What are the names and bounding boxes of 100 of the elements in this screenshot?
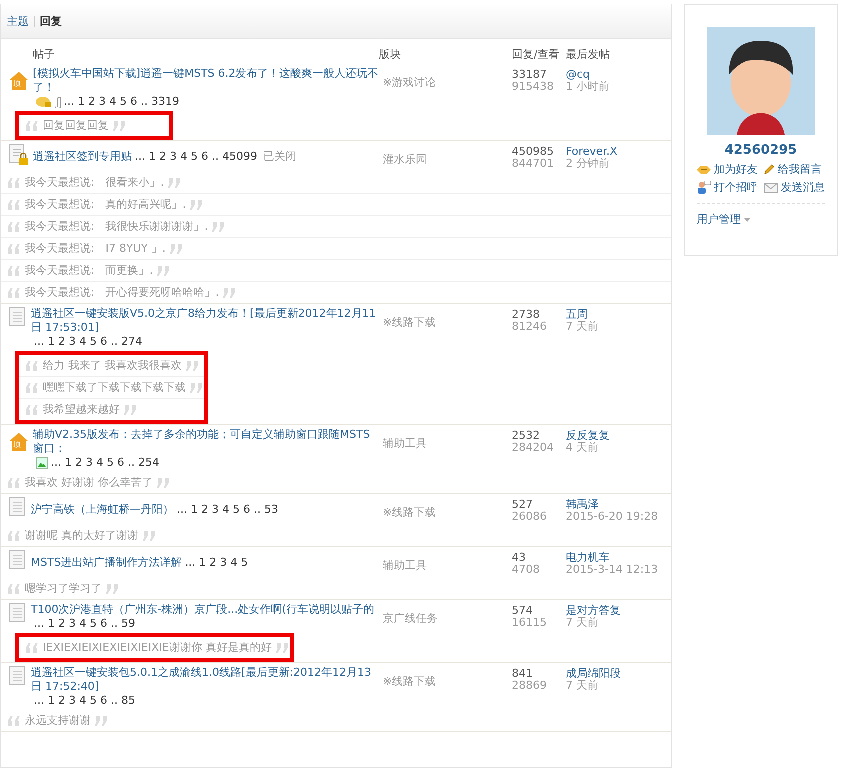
forum-name: ※线路下载 [382,315,438,330]
last-poster-link[interactable]: 是对方答复 [566,605,671,617]
close-quote-icon [142,530,156,540]
reply-quote: 给力 我来了 我喜欢我很喜欢 [43,358,182,373]
last-poster-link[interactable]: 反反复复 [566,430,671,442]
last-poster-link[interactable]: @cq [566,69,671,81]
open-quote-icon [7,530,21,540]
last-poster-link[interactable]: Forever.X [566,146,671,158]
document-icon [9,666,27,686]
view-count: 81246 [512,321,548,333]
reply-count: 574 [512,605,534,617]
last-post-time: 2015-6-20 19:28 [566,511,660,523]
profile-action-link[interactable]: 加为好友 [697,162,758,177]
close-quote-icon [223,288,238,298]
tab[interactable]: 主题 [7,14,29,28]
open-quote-icon [7,288,21,298]
open-quote-icon [25,404,39,414]
page-links[interactable]: ... 1 2 3 4 5 6 .. 59 [34,617,136,631]
close-quote-icon [168,178,182,188]
forum-name: 灌水乐园 [382,152,428,167]
reply-quote: 我今天最想说:「我很快乐谢谢谢谢」. [25,219,208,234]
last-post-time: 7 天前 [566,617,600,629]
reply-count: 2738 [512,309,541,321]
document-icon [9,550,27,570]
open-quote-icon [7,478,21,488]
thread-title-link[interactable]: 逍遥社区签到专用贴 [33,150,132,164]
tab[interactable]: 回复 [40,14,62,28]
image-icon [36,457,48,469]
last-post-time: 1 小时前 [566,81,610,93]
reply-quote: 谢谢呢 真的太好了谢谢 [25,528,138,543]
thread-title-link[interactable]: 逍遥社区一键安装包5.0.1之成渝线1.0线路[最后更新:2012年12月13日 17:52:40] [31,666,379,694]
last-post-time: 4 天前 [566,442,600,454]
reply-quote: 我今天最想说:「很看来小」. [25,175,164,190]
coin-bubble-icon [36,96,52,108]
profile-action-link[interactable]: 发送消息 [764,180,825,195]
close-quote-icon [106,584,120,594]
page-links[interactable]: ... 1 2 3 4 5 6 .. 3319 [64,95,180,109]
thread-status: 已关闭 [263,150,296,164]
open-quote-icon [7,244,21,254]
thread-title-link[interactable]: 逍遥社区一键安装版V5.0之京广8给力发布！[最后更新2012年12月11日 17:53:01] [31,307,379,335]
close-quote-icon [190,200,204,210]
open-quote-icon [25,642,39,652]
view-count: 28869 [512,680,548,692]
page-links[interactable]: ... 1 2 3 4 5 6 .. 85 [34,694,136,708]
reply-quote: 回复回复回复 [43,118,109,133]
last-poster-link[interactable]: 五周 [566,309,671,321]
close-quote-icon [276,642,290,652]
open-quote-icon [7,178,21,188]
page-links[interactable]: ... 1 2 3 4 5 6 .. 45099 [135,150,258,164]
last-post-time: 2 分钟前 [566,158,610,170]
page-links[interactable]: ... 1 2 3 4 5 6 .. 53 [177,503,278,517]
view-count: 284204 [512,442,555,454]
reply-quote: 我希望越来越好 [43,402,120,417]
reply-count: 2532 [512,430,541,442]
reply-count: 527 [512,499,534,511]
thread-title-link[interactable]: [模拟火车中国站下载]逍遥一键MSTS 6.2发布了！这酸爽一般人还玩不了！ [33,67,379,95]
caret-icon [744,218,751,222]
open-quote-icon [7,266,21,276]
thread-title-link[interactable]: 沪宁高铁（上海虹桥—丹阳） [31,503,174,517]
open-quote-icon [25,360,39,370]
pencil-icon [764,164,775,175]
close-quote-icon [170,244,184,254]
last-poster-link[interactable]: 成局绵阳段 [566,668,671,680]
username-link[interactable]: 42560295 [724,143,798,158]
open-quote-icon [25,120,39,130]
pinned-label: 顶 [13,78,21,89]
page-links[interactable]: ... 1 2 3 4 5 6 .. 254 [51,456,160,470]
forum-name: ※游戏讨论 [382,75,438,90]
reply-count: 841 [512,668,534,680]
reply-quote: 我今天最想说:「真的好高兴呢」. [25,197,186,212]
paperclip-icon [55,96,61,108]
view-count: 4708 [512,564,541,576]
forum-name: 京广线任务 [382,611,439,626]
profile-action-link[interactable]: 打个招呼 [697,180,758,195]
thread-title-link[interactable]: 辅助V2.35版发布：去掉了多余的功能；可自定义辅助窗口跟随MSTS窗口： [33,428,379,456]
handshake-icon [697,164,711,174]
thread-title-link[interactable]: MSTS进出站广播制作方法详解 [31,556,182,570]
page-links[interactable]: ... 1 2 3 4 5 [185,556,248,570]
view-count: 26086 [512,511,548,523]
open-quote-icon [25,382,39,392]
document-icon [9,307,27,327]
column-header: 回复/查看 [512,47,561,62]
view-count: 915438 [512,81,555,93]
last-poster-link[interactable]: 电力机车 [566,552,671,564]
thread-title-link[interactable]: T100次沪港直特（广州东-株洲）京广段...处女作啊(行车说明以贴子的 [31,603,374,617]
close-quote-icon [157,266,172,276]
last-post-time: 2015-3-14 12:13 [566,564,660,576]
column-header: 帖子 [32,47,56,62]
close-quote-icon [157,478,171,488]
close-quote-icon [113,120,127,130]
user-menu-dropdown[interactable]: 用户管理 [697,212,751,227]
reply-quote: 我今天最想说:「开心得要死呀哈哈哈」. [25,285,220,300]
column-header: 最后发帖 [566,47,611,62]
pinned-label: 顶 [13,439,21,450]
page-links[interactable]: ... 1 2 3 4 5 6 .. 274 [34,335,142,349]
close-quote-icon [124,404,138,414]
last-poster-link[interactable]: 韩禹泽 [566,499,671,511]
person-speech-icon [697,181,711,194]
open-quote-icon [7,222,21,232]
profile-action-link[interactable]: 给我留言 [764,162,825,177]
